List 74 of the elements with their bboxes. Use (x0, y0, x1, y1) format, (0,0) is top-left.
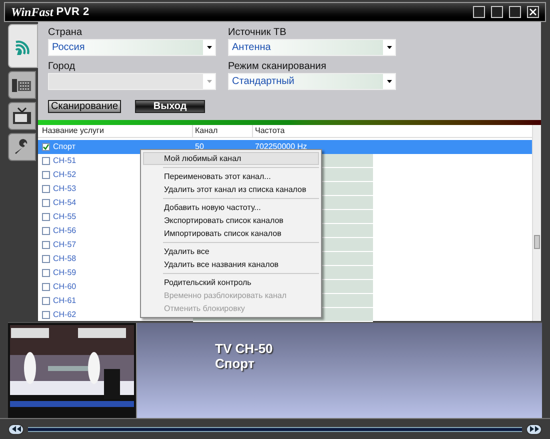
channel-name: TV CH-50 (215, 341, 274, 356)
frequency-cell: 702250000 Hz (255, 141, 308, 153)
checkbox[interactable] (42, 227, 50, 235)
checkbox[interactable] (42, 255, 50, 263)
maximize-button[interactable] (509, 6, 521, 18)
menu-item[interactable]: Мой любимый канал (143, 152, 319, 165)
checkbox[interactable] (42, 185, 50, 193)
minimize-button[interactable] (491, 6, 503, 18)
channel-name-cell: CH-59 (53, 267, 76, 279)
channel-name-cell: CH-53 (53, 183, 76, 195)
checkbox[interactable] (42, 283, 50, 291)
dropdown-arrow-icon (386, 80, 392, 83)
checkbox[interactable] (42, 311, 50, 319)
column-header[interactable]: Канал (193, 125, 253, 137)
column-header[interactable]: Частота (253, 125, 373, 137)
checkbox[interactable] (42, 199, 50, 207)
forward-icon (530, 426, 538, 432)
close-icon (529, 8, 537, 16)
channel-name-cell: CH-54 (53, 197, 76, 209)
menu-item[interactable]: Удалить все названия каналов (143, 258, 319, 271)
field-label: Страна (48, 26, 84, 39)
channel-name-cell: CH-57 (53, 239, 76, 251)
menu-item[interactable]: Переименовать этот канал... (143, 170, 319, 183)
checkbox[interactable] (42, 241, 50, 249)
menu-item[interactable]: Родительский контроль (143, 276, 319, 289)
field-label: Город (48, 60, 76, 73)
mini-mode-button[interactable] (473, 6, 485, 18)
column-header[interactable]: Название услуги (38, 125, 193, 137)
scrollbar[interactable] (532, 125, 541, 321)
side-tab[interactable] (8, 102, 36, 130)
menu-item[interactable]: Удалить этот канал из списка каналов (143, 183, 319, 196)
dropdown-arrow-icon (206, 80, 212, 83)
checkbox[interactable] (42, 143, 50, 151)
channel-name-cell: CH-61 (53, 295, 76, 307)
checkbox[interactable] (42, 157, 50, 165)
window-title: WinFast (11, 4, 54, 21)
dropdown[interactable]: Антенна (228, 39, 396, 56)
channel-number-cell: 50 (195, 141, 204, 153)
channel-name-cell: CH-56 (53, 225, 76, 237)
scan-button[interactable]: Сканирование (48, 100, 122, 113)
checkbox[interactable] (42, 213, 50, 221)
side-tab[interactable] (8, 133, 36, 161)
channel-name-cell: CH-62 (53, 309, 76, 321)
field-label: Режим сканирования (228, 60, 328, 73)
field-label: Источник ТВ (228, 26, 288, 39)
keypad-icon (12, 77, 32, 93)
checkbox[interactable] (42, 269, 50, 277)
side-tab[interactable] (8, 71, 36, 99)
close-button[interactable] (527, 6, 539, 18)
dropdown-arrow-icon (386, 46, 392, 49)
rewind-button[interactable] (8, 424, 24, 434)
check-icon (43, 144, 49, 150)
menu-item[interactable]: Экспортировать список каналов (143, 214, 319, 227)
channel-name-cell: CH-55 (53, 211, 76, 223)
rewind-icon (12, 426, 20, 432)
forward-button[interactable] (526, 424, 542, 434)
channel-name-cell: CH-60 (53, 281, 76, 293)
exit-button[interactable]: Выход (135, 100, 206, 113)
channel-name-cell: Спорт (53, 141, 76, 153)
menu-item[interactable]: Удалить все (143, 245, 319, 258)
channel-name-cell: CH-52 (53, 169, 76, 181)
product-name: PVR 2 (56, 4, 90, 20)
checkbox[interactable] (42, 297, 50, 305)
checkbox[interactable] (42, 171, 50, 179)
dropdown-arrow-icon (206, 46, 212, 49)
channel-name-cell: CH-58 (53, 253, 76, 265)
tv-icon (12, 107, 32, 125)
program-name: Спорт (215, 356, 256, 371)
dropdown[interactable]: Россия (48, 39, 216, 56)
seek-bar[interactable] (28, 426, 522, 432)
dropdown[interactable]: Стандартный (228, 73, 396, 90)
menu-item[interactable]: Добавить новую частоту... (143, 201, 319, 214)
menu-item[interactable]: Импортировать список каналов (143, 227, 319, 240)
channel-name-cell: CH-51 (53, 155, 76, 167)
